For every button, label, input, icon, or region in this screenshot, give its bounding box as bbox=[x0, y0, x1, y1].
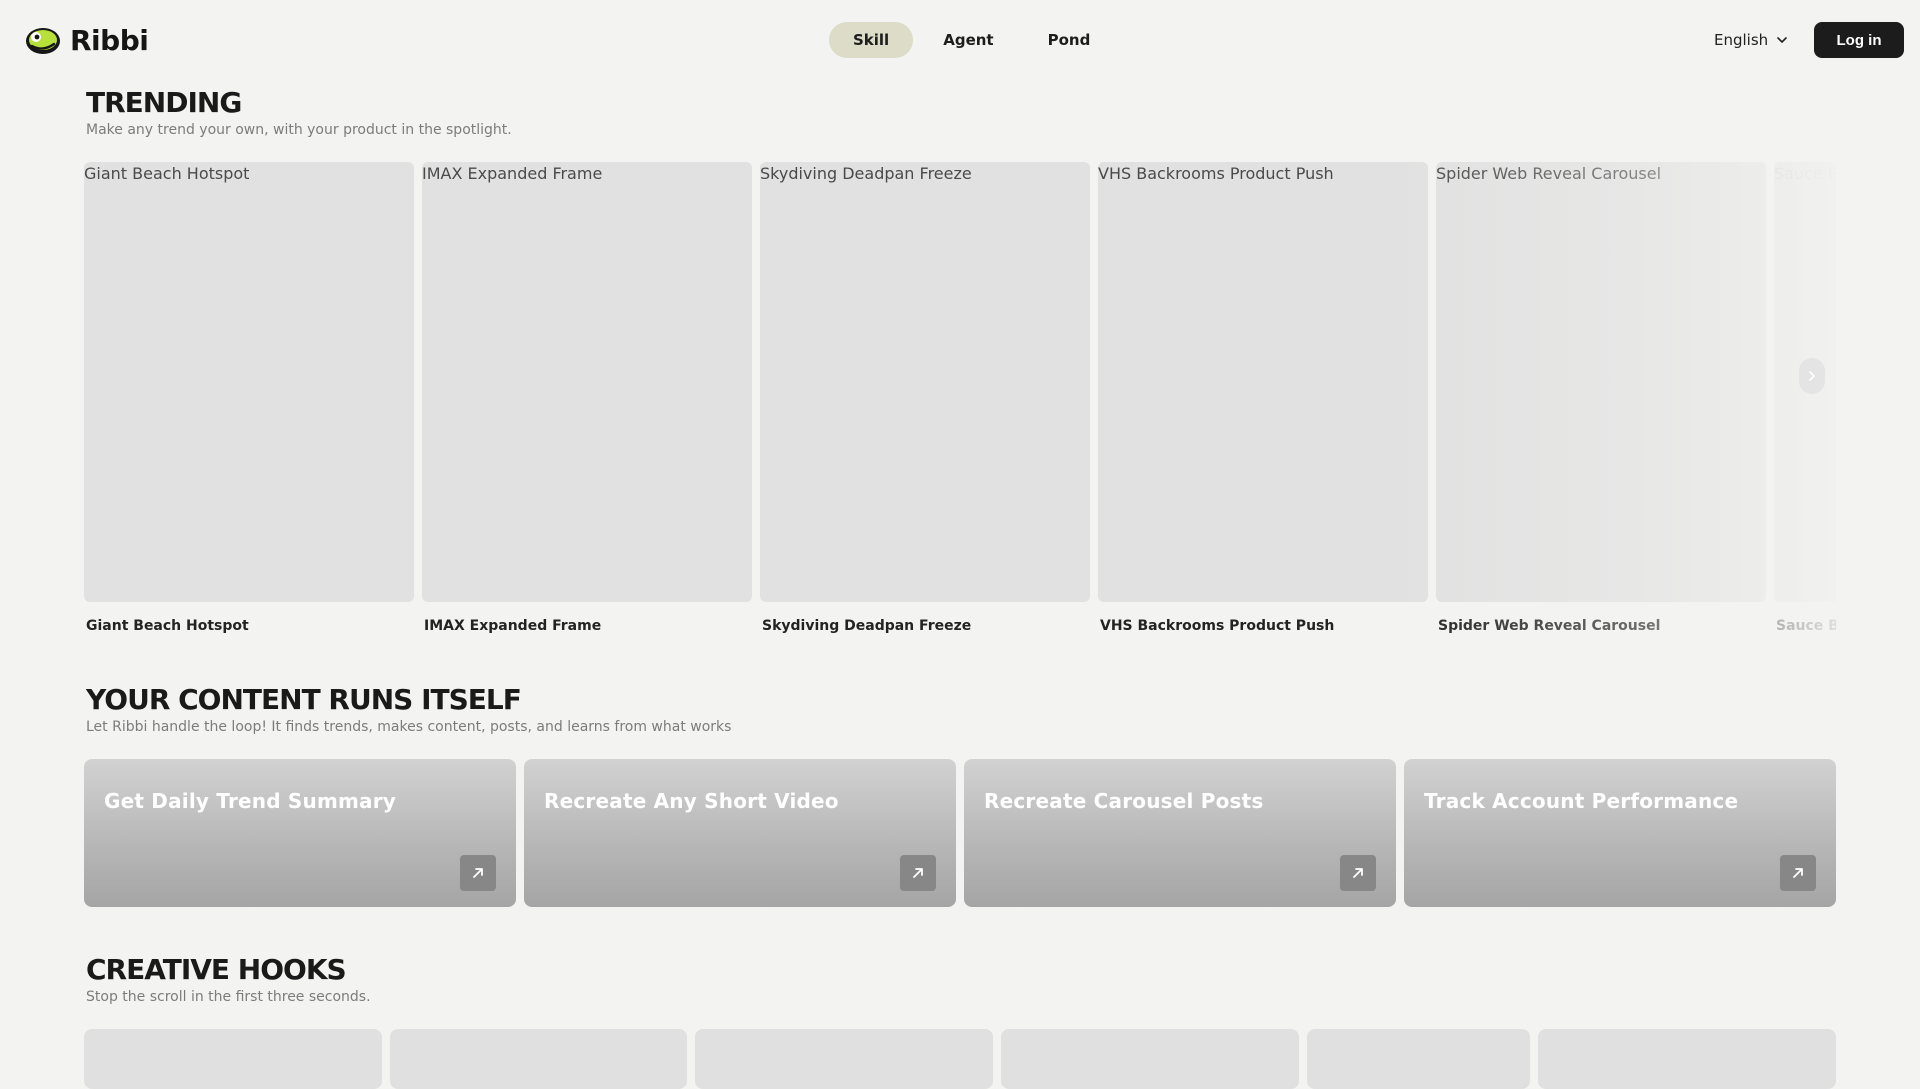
trend-card[interactable]: Giant Beach Hotspot Giant Beach Hotspot bbox=[84, 162, 414, 634]
arrow-up-right-icon bbox=[1793, 868, 1803, 878]
nav-pond[interactable]: Pond bbox=[1024, 22, 1115, 58]
main-nav: Skill Agent Pond bbox=[829, 22, 1114, 58]
feature-card-title: Track Account Performance bbox=[1424, 789, 1739, 813]
nav-agent[interactable]: Agent bbox=[919, 22, 1017, 58]
trend-card-image: Giant Beach Hotspot bbox=[84, 162, 414, 602]
trend-card-label: Giant Beach Hotspot bbox=[86, 618, 249, 634]
trend-card[interactable]: VHS Backrooms Product Push VHS Backrooms… bbox=[1098, 162, 1428, 634]
hook-card[interactable] bbox=[1001, 1029, 1299, 1089]
arrow-up-right-icon bbox=[1353, 868, 1363, 878]
image-alt-text: Giant Beach Hotspot bbox=[84, 164, 250, 183]
login-button[interactable]: Log in bbox=[1814, 22, 1904, 58]
image-alt-text: IMAX Expanded Frame bbox=[422, 164, 603, 183]
feature-card-title: Get Daily Trend Summary bbox=[104, 789, 397, 813]
trend-card-label: Spider Web Reveal Carousel bbox=[1438, 618, 1661, 634]
trend-card-image: Spider Web Reveal Carousel bbox=[1436, 162, 1766, 602]
image-alt-text: VHS Backrooms Product Push bbox=[1098, 164, 1334, 183]
hook-card[interactable] bbox=[695, 1029, 993, 1089]
feature-card-title: Recreate Carousel Posts bbox=[984, 789, 1264, 813]
nav-skill[interactable]: Skill bbox=[829, 22, 914, 58]
feature-card-open[interactable] bbox=[1780, 855, 1816, 891]
image-alt-text: Spider Web Reveal Carousel bbox=[1436, 164, 1662, 183]
trend-card-image: IMAX Expanded Frame bbox=[422, 162, 752, 602]
hooks-title: CREATIVE HOOKS bbox=[86, 953, 347, 986]
trend-card[interactable]: IMAX Expanded Frame IMAX Expanded Frame bbox=[422, 162, 752, 634]
brand-logo[interactable]: Ribbi bbox=[24, 22, 149, 58]
trend-card-label: VHS Backrooms Product Push bbox=[1100, 618, 1335, 634]
trend-card-label: IMAX Expanded Frame bbox=[424, 618, 602, 634]
feature-card-open[interactable] bbox=[900, 855, 936, 891]
trend-card-image: VHS Backrooms Product Push bbox=[1098, 162, 1428, 602]
feature-card-account-performance[interactable]: Track Account Performance bbox=[1404, 759, 1836, 907]
feature-card-daily-trend[interactable]: Get Daily Trend Summary bbox=[84, 759, 516, 907]
image-alt-text: Skydiving Deadpan Freeze bbox=[760, 164, 972, 183]
language-label: English bbox=[1714, 31, 1769, 49]
feature-card-open[interactable] bbox=[460, 855, 496, 891]
trending-subtitle: Make any trend your own, with your produ… bbox=[86, 122, 512, 138]
trend-card[interactable]: Skydiving Deadpan Freeze Skydiving Deadp… bbox=[760, 162, 1090, 634]
language-selector[interactable]: English bbox=[1714, 22, 1788, 58]
content-subtitle: Let Ribbi handle the loop! It finds tren… bbox=[86, 719, 732, 735]
chevron-down-icon bbox=[1777, 37, 1787, 43]
frog-logo-icon bbox=[26, 28, 60, 54]
chevron-right-icon bbox=[1809, 371, 1815, 381]
content-title: YOUR CONTENT RUNS ITSELF bbox=[86, 683, 522, 716]
feature-card-open[interactable] bbox=[1340, 855, 1376, 891]
brand-name: Ribbi bbox=[70, 23, 149, 57]
trending-title: TRENDING bbox=[86, 86, 242, 119]
trending-carousel: Giant Beach Hotspot Giant Beach Hotspot … bbox=[84, 162, 1836, 642]
hook-card[interactable] bbox=[84, 1029, 382, 1089]
hook-card[interactable] bbox=[1307, 1029, 1530, 1089]
arrow-up-right-icon bbox=[913, 868, 923, 878]
trend-card-image: Skydiving Deadpan Freeze bbox=[760, 162, 1090, 602]
hook-card[interactable] bbox=[390, 1029, 687, 1089]
image-alt-text: Sauce Bi bbox=[1774, 164, 1836, 183]
feature-card-carousel-posts[interactable]: Recreate Carousel Posts bbox=[964, 759, 1396, 907]
hook-card[interactable] bbox=[1538, 1029, 1836, 1089]
carousel-next-button[interactable] bbox=[1799, 358, 1825, 394]
trend-card[interactable]: Spider Web Reveal Carousel Spider Web Re… bbox=[1436, 162, 1766, 634]
feature-card-short-video[interactable]: Recreate Any Short Video bbox=[524, 759, 956, 907]
feature-card-title: Recreate Any Short Video bbox=[544, 789, 839, 813]
hooks-subtitle: Stop the scroll in the first three secon… bbox=[86, 989, 371, 1005]
trend-card-label: Sauce Bi bbox=[1776, 618, 1836, 634]
arrow-up-right-icon bbox=[473, 868, 483, 878]
trend-card-label: Skydiving Deadpan Freeze bbox=[762, 618, 972, 634]
top-header: Ribbi Skill Agent Pond English Log in bbox=[0, 0, 1920, 80]
